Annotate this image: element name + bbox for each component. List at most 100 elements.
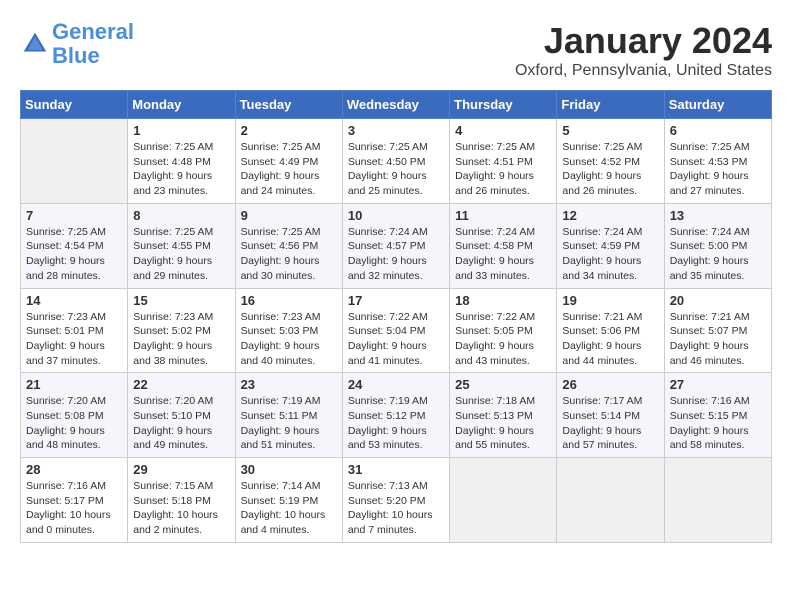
calendar-cell: 30Sunrise: 7:14 AMSunset: 5:19 PMDayligh… <box>235 458 342 543</box>
day-number: 10 <box>348 208 444 223</box>
day-info: Sunrise: 7:23 AMSunset: 5:02 PMDaylight:… <box>133 310 229 369</box>
day-number: 15 <box>133 293 229 308</box>
calendar-cell <box>557 458 664 543</box>
calendar-cell: 19Sunrise: 7:21 AMSunset: 5:06 PMDayligh… <box>557 288 664 373</box>
calendar-cell: 9 Sunrise: 7:25 AMSunset: 4:56 PMDaylight… <box>235 203 342 288</box>
day-info: Sunrise: 7:17 AMSunset: 5:14 PMDaylight:… <box>562 394 658 453</box>
calendar-cell: 8Sunrise: 7:25 AMSunset: 4:55 PMDaylight… <box>128 203 235 288</box>
day-info: Sunrise: 7:15 AMSunset: 5:18 PMDaylight:… <box>133 479 229 538</box>
day-info: Sunrise: 7:20 AMSunset: 5:08 PMDaylight:… <box>26 394 122 453</box>
day-info: Sunrise: 7:25 AMSunset: 4:48 PMDaylight:… <box>133 140 229 199</box>
logo-line1: General <box>52 19 134 44</box>
calendar-cell: 5 Sunrise: 7:25 AMSunset: 4:52 PMDaylight… <box>557 119 664 204</box>
day-number: 13 <box>670 208 766 223</box>
calendar-cell: 31Sunrise: 7:13 AMSunset: 5:20 PMDayligh… <box>342 458 449 543</box>
day-info: Sunrise: 7:25 AMSunset: 4:49 PMDaylight:… <box>241 140 337 199</box>
weekday-header: Friday <box>557 91 664 119</box>
day-number: 6 <box>670 123 766 138</box>
calendar-week-row: 7 Sunrise: 7:25 AMSunset: 4:54 PMDaylight… <box>21 203 772 288</box>
weekday-header: Sunday <box>21 91 128 119</box>
day-info: Sunrise: 7:16 AMSunset: 5:17 PMDaylight:… <box>26 479 122 538</box>
day-number: 25 <box>455 377 551 392</box>
day-info: Sunrise: 7:25 AMSunset: 4:56 PMDaylight:… <box>241 225 337 284</box>
day-info: Sunrise: 7:21 AMSunset: 5:07 PMDaylight:… <box>670 310 766 369</box>
day-number: 7 <box>26 208 122 223</box>
day-info: Sunrise: 7:24 AMSunset: 4:59 PMDaylight:… <box>562 225 658 284</box>
logo-line2: Blue <box>52 43 100 68</box>
day-info: Sunrise: 7:22 AMSunset: 5:04 PMDaylight:… <box>348 310 444 369</box>
day-number: 14 <box>26 293 122 308</box>
calendar-cell: 16 Sunrise: 7:23 AMSunset: 5:03 PMDayligh… <box>235 288 342 373</box>
calendar-cell: 13 Sunrise: 7:24 AMSunset: 5:00 PMDayligh… <box>664 203 771 288</box>
calendar-cell: 17Sunrise: 7:22 AMSunset: 5:04 PMDayligh… <box>342 288 449 373</box>
day-info: Sunrise: 7:25 AMSunset: 4:52 PMDaylight:… <box>562 140 658 199</box>
day-info: Sunrise: 7:24 AMSunset: 4:57 PMDaylight:… <box>348 225 444 284</box>
day-info: Sunrise: 7:24 AMSunset: 5:00 PMDaylight:… <box>670 225 766 284</box>
title-section: January 2024 Oxford, Pennsylvania, Unite… <box>515 20 772 80</box>
day-number: 20 <box>670 293 766 308</box>
month-title: January 2024 <box>515 20 772 62</box>
calendar-week-row: 21 Sunrise: 7:20 AMSunset: 5:08 PMDayligh… <box>21 373 772 458</box>
day-info: Sunrise: 7:25 AMSunset: 4:55 PMDaylight:… <box>133 225 229 284</box>
calendar-cell: 14 Sunrise: 7:23 AMSunset: 5:01 PMDayligh… <box>21 288 128 373</box>
calendar-cell: 20 Sunrise: 7:21 AMSunset: 5:07 PMDayligh… <box>664 288 771 373</box>
day-number: 9 <box>241 208 337 223</box>
calendar-cell: 4 Sunrise: 7:25 AMSunset: 4:51 PMDaylight… <box>450 119 557 204</box>
day-number: 24 <box>348 377 444 392</box>
calendar-cell <box>450 458 557 543</box>
calendar-cell: 23 Sunrise: 7:19 AMSunset: 5:11 PMDayligh… <box>235 373 342 458</box>
day-number: 16 <box>241 293 337 308</box>
day-info: Sunrise: 7:25 AMSunset: 4:50 PMDaylight:… <box>348 140 444 199</box>
weekday-header: Monday <box>128 91 235 119</box>
calendar-cell: 10 Sunrise: 7:24 AMSunset: 4:57 PMDayligh… <box>342 203 449 288</box>
day-number: 28 <box>26 462 122 477</box>
calendar-cell: 1 Sunrise: 7:25 AMSunset: 4:48 PMDaylight… <box>128 119 235 204</box>
day-number: 11 <box>455 208 551 223</box>
day-number: 1 <box>133 123 229 138</box>
day-info: Sunrise: 7:23 AMSunset: 5:03 PMDaylight:… <box>241 310 337 369</box>
calendar-cell: 28 Sunrise: 7:16 AMSunset: 5:17 PMDayligh… <box>21 458 128 543</box>
calendar-cell: 15 Sunrise: 7:23 AMSunset: 5:02 PMDayligh… <box>128 288 235 373</box>
calendar-cell: 18 Sunrise: 7:22 AMSunset: 5:05 PMDayligh… <box>450 288 557 373</box>
day-info: Sunrise: 7:23 AMSunset: 5:01 PMDaylight:… <box>26 310 122 369</box>
day-info: Sunrise: 7:18 AMSunset: 5:13 PMDaylight:… <box>455 394 551 453</box>
calendar-cell: 11 Sunrise: 7:24 AMSunset: 4:58 PMDayligh… <box>450 203 557 288</box>
day-info: Sunrise: 7:21 AMSunset: 5:06 PMDaylight:… <box>562 310 658 369</box>
calendar-cell <box>21 119 128 204</box>
calendar-table: SundayMondayTuesdayWednesdayThursdayFrid… <box>20 90 772 543</box>
day-number: 30 <box>241 462 337 477</box>
calendar-cell: 3 Sunrise: 7:25 AMSunset: 4:50 PMDaylight… <box>342 119 449 204</box>
location: Oxford, Pennsylvania, United States <box>515 62 772 80</box>
day-number: 21 <box>26 377 122 392</box>
calendar-cell: 25 Sunrise: 7:18 AMSunset: 5:13 PMDayligh… <box>450 373 557 458</box>
calendar-cell: 24Sunrise: 7:19 AMSunset: 5:12 PMDayligh… <box>342 373 449 458</box>
calendar-cell <box>664 458 771 543</box>
day-info: Sunrise: 7:24 AMSunset: 4:58 PMDaylight:… <box>455 225 551 284</box>
weekday-header: Tuesday <box>235 91 342 119</box>
day-number: 18 <box>455 293 551 308</box>
day-info: Sunrise: 7:25 AMSunset: 4:54 PMDaylight:… <box>26 225 122 284</box>
day-number: 3 <box>348 123 444 138</box>
calendar-cell: 27Sunrise: 7:16 AMSunset: 5:15 PMDayligh… <box>664 373 771 458</box>
day-number: 29 <box>133 462 229 477</box>
weekday-header-row: SundayMondayTuesdayWednesdayThursdayFrid… <box>21 91 772 119</box>
calendar-week-row: 14 Sunrise: 7:23 AMSunset: 5:01 PMDayligh… <box>21 288 772 373</box>
day-info: Sunrise: 7:20 AMSunset: 5:10 PMDaylight:… <box>133 394 229 453</box>
day-number: 26 <box>562 377 658 392</box>
day-number: 4 <box>455 123 551 138</box>
calendar-week-row: 28 Sunrise: 7:16 AMSunset: 5:17 PMDayligh… <box>21 458 772 543</box>
logo-icon <box>20 29 50 59</box>
page-header: General Blue January 2024 Oxford, Pennsy… <box>20 20 772 80</box>
weekday-header: Saturday <box>664 91 771 119</box>
day-number: 12 <box>562 208 658 223</box>
logo: General Blue <box>20 20 134 68</box>
day-number: 5 <box>562 123 658 138</box>
day-info: Sunrise: 7:22 AMSunset: 5:05 PMDaylight:… <box>455 310 551 369</box>
weekday-header: Wednesday <box>342 91 449 119</box>
day-info: Sunrise: 7:19 AMSunset: 5:11 PMDaylight:… <box>241 394 337 453</box>
day-info: Sunrise: 7:25 AMSunset: 4:51 PMDaylight:… <box>455 140 551 199</box>
calendar-cell: 26 Sunrise: 7:17 AMSunset: 5:14 PMDayligh… <box>557 373 664 458</box>
logo-text: General Blue <box>52 20 134 68</box>
day-number: 23 <box>241 377 337 392</box>
calendar-cell: 6Sunrise: 7:25 AMSunset: 4:53 PMDaylight… <box>664 119 771 204</box>
